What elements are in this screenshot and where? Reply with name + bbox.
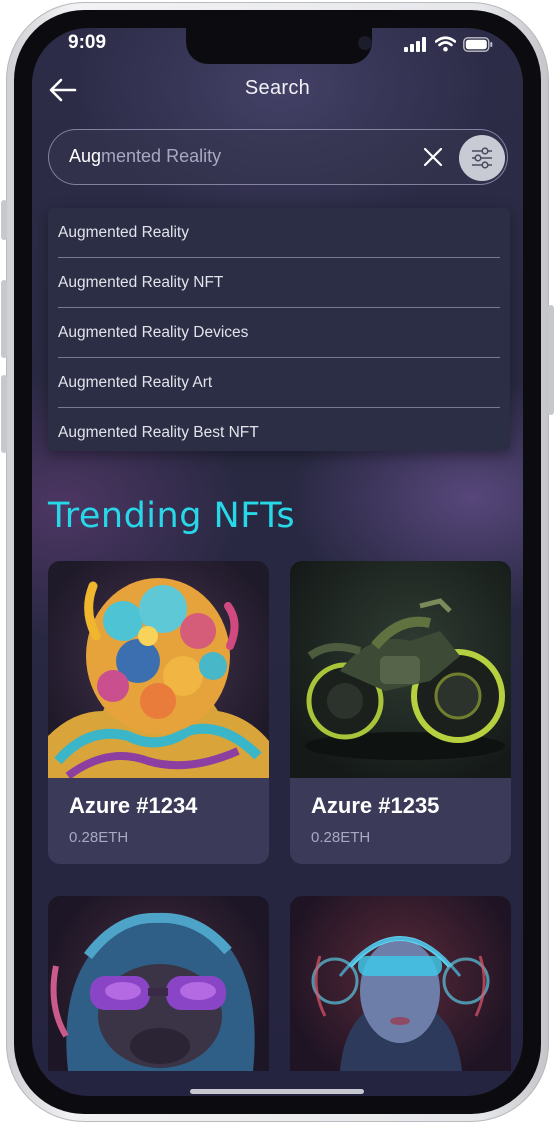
suggestion-item[interactable]: Augmented Reality Best NFT xyxy=(58,408,500,457)
ape-goggles-art xyxy=(50,912,255,1071)
suggestion-item[interactable]: Augmented Reality Devices xyxy=(58,308,500,358)
wifi-icon xyxy=(435,36,456,52)
status-time: 9:09 xyxy=(68,32,107,53)
header: Search xyxy=(32,72,523,108)
status-icons xyxy=(404,36,493,52)
nft-name: Azure #1234 xyxy=(69,793,198,818)
nft-info: Azure #1235 0.28ETH xyxy=(290,778,511,864)
notch xyxy=(186,28,372,64)
volume-down-button xyxy=(1,375,7,453)
volume-up-button xyxy=(1,280,7,358)
sculpture-figure-art xyxy=(48,578,269,778)
screen: 9:09 Search Augmented Reality Augmented … xyxy=(32,28,523,1096)
cyber-woman-art xyxy=(311,936,490,1071)
power-button xyxy=(548,305,554,415)
home-indicator[interactable] xyxy=(190,1089,364,1094)
front-camera xyxy=(358,36,372,50)
nft-image xyxy=(290,896,511,1071)
search-autocomplete-text: mented Reality xyxy=(101,146,222,166)
nft-card[interactable] xyxy=(48,896,269,1071)
sliders-icon xyxy=(472,147,492,169)
nft-image xyxy=(48,561,269,778)
battery-icon xyxy=(463,36,493,52)
clear-icon[interactable] xyxy=(422,146,444,168)
search-query[interactable]: Augmented Reality xyxy=(69,146,221,167)
suggestion-item[interactable]: Augmented Reality Art xyxy=(58,358,500,408)
nft-image xyxy=(48,896,269,1071)
suggestion-list: Augmented Reality Augmented Reality NFT … xyxy=(48,208,510,451)
nft-name: Azure #1235 xyxy=(311,793,440,818)
nft-card[interactable]: Azure #1234 0.28ETH xyxy=(48,561,269,864)
section-title: Trending NFTs xyxy=(48,496,296,536)
search-input[interactable]: Augmented Reality xyxy=(48,129,508,185)
mute-switch xyxy=(1,200,7,240)
nft-card[interactable]: Azure #1235 0.28ETH xyxy=(290,561,511,864)
nft-image xyxy=(290,561,511,778)
nft-price: 0.28ETH xyxy=(69,829,129,846)
nft-price: 0.28ETH xyxy=(311,829,371,846)
suggestion-item[interactable]: Augmented Reality xyxy=(58,208,500,258)
nft-card[interactable] xyxy=(290,896,511,1071)
page-title: Search xyxy=(244,77,311,99)
search-typed-text: Aug xyxy=(69,146,102,166)
filter-button[interactable] xyxy=(459,135,505,181)
suggestion-item[interactable]: Augmented Reality NFT xyxy=(58,258,500,308)
motorcycle-art xyxy=(305,598,505,760)
nft-info: Azure #1234 0.28ETH xyxy=(48,778,269,864)
signal-icon xyxy=(404,36,426,52)
